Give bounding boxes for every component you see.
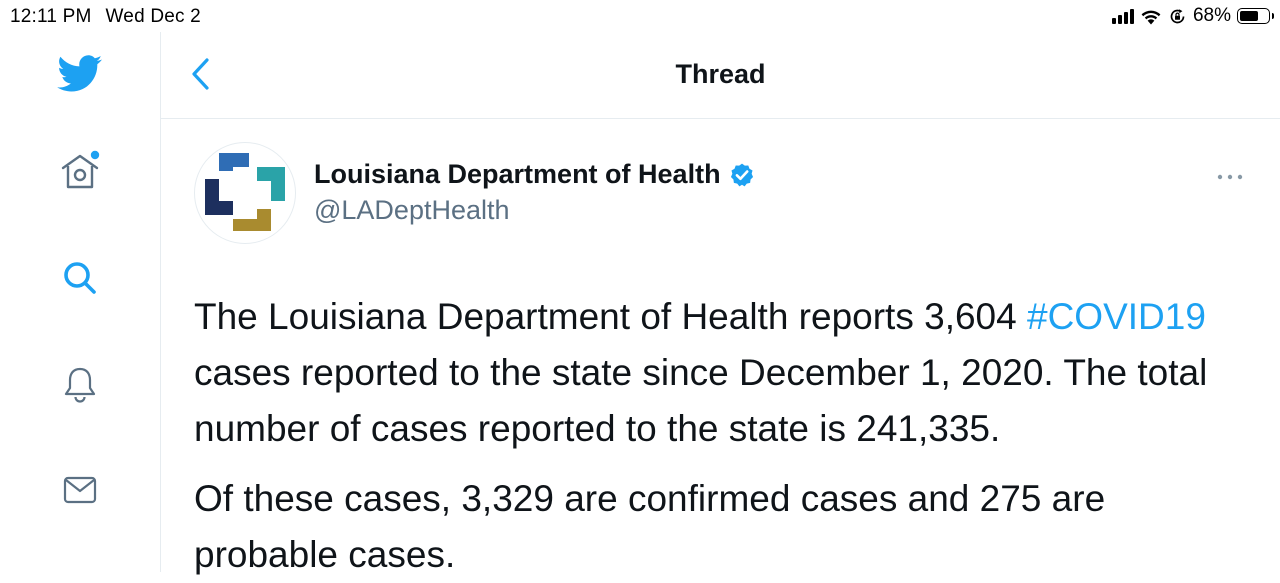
thread-header: Thread [161, 32, 1280, 119]
wifi-icon [1141, 10, 1161, 24]
hashtag-link[interactable]: #COVID19 [1027, 296, 1206, 337]
avatar[interactable] [194, 142, 296, 244]
twitter-logo-icon[interactable] [52, 46, 108, 102]
battery-percent: 68% [1192, 5, 1231, 26]
notification-dot [90, 150, 100, 160]
tweet-paragraph-2: Of these cases, 3,329 are confirmed case… [194, 478, 1106, 575]
author-handle[interactable]: @LADeptHealth [314, 195, 510, 226]
sidebar-nav [0, 32, 161, 572]
status-right: 68% [1111, 5, 1274, 27]
author-name-text: Louisiana Department of Health [314, 159, 721, 189]
status-date: Wed Dec 2 [105, 6, 201, 27]
status-time: 12:11 PM [10, 6, 92, 27]
battery-icon [1237, 8, 1274, 24]
tweet: Louisiana Department of Health @LADeptHe… [161, 119, 1280, 575]
verified-badge-icon [730, 163, 753, 186]
status-left: 12:11 PM Wed Dec 2 [10, 6, 215, 28]
tweet-text: The Louisiana Department of Health repor… [194, 289, 1254, 583]
home-icon[interactable] [52, 144, 108, 200]
tweet-text-part-1: The Louisiana Department of Health repor… [194, 296, 1027, 337]
search-icon[interactable] [52, 250, 108, 306]
cellular-signal-icon [1111, 8, 1134, 24]
notifications-icon[interactable] [52, 356, 108, 412]
more-options-icon [1217, 174, 1243, 180]
author-name[interactable]: Louisiana Department of Health [314, 159, 755, 190]
page-title: Thread [675, 59, 766, 89]
tweet-text-part-2: cases reported to the state since Decemb… [194, 352, 1208, 449]
messages-icon[interactable] [52, 462, 108, 518]
more-options-button[interactable] [1210, 165, 1250, 189]
status-bar: 12:11 PM Wed Dec 2 68% [0, 0, 1280, 32]
battery-fill [1240, 11, 1258, 21]
ldh-logo-icon [205, 153, 285, 231]
orientation-lock-icon [1170, 8, 1185, 23]
tweet-paragraph-1: The Louisiana Department of Health repor… [194, 289, 1254, 457]
